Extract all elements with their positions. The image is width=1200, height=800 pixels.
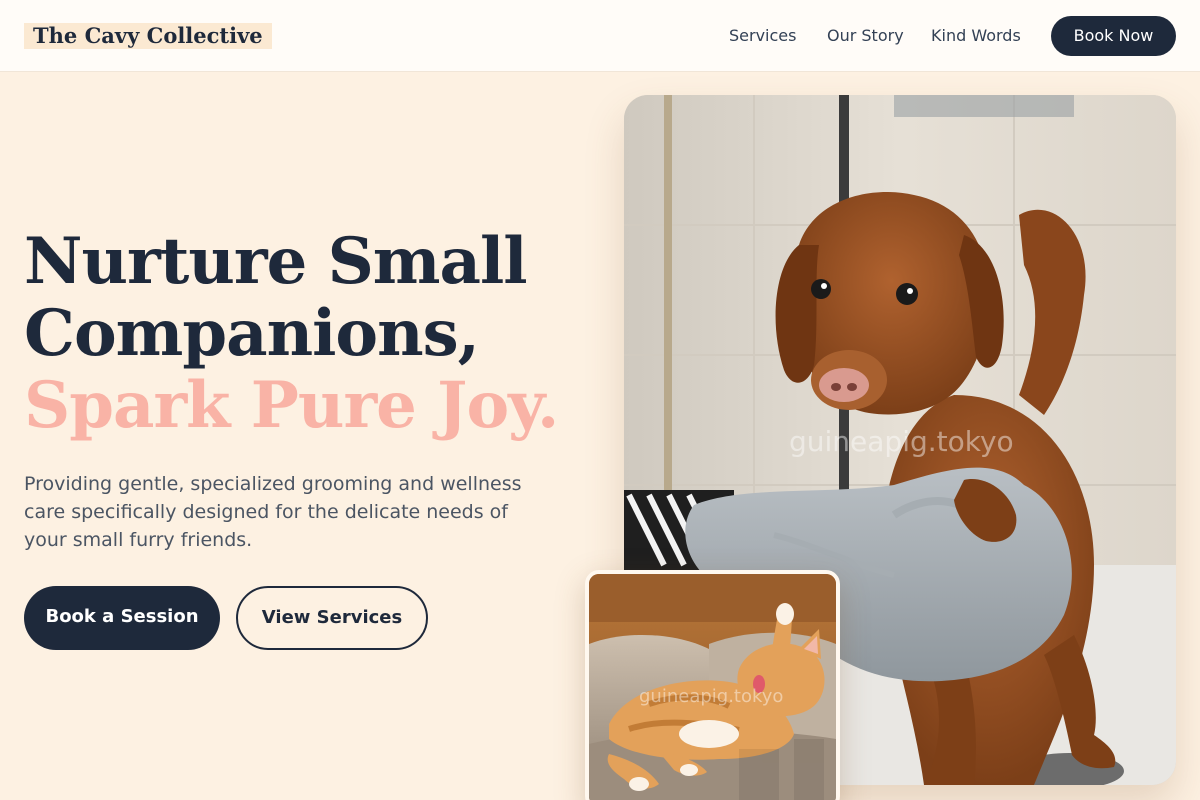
- hero-title-accent: Spark Pure Joy.: [24, 368, 559, 443]
- book-session-button[interactable]: Book a Session: [24, 586, 220, 650]
- site-logo[interactable]: The Cavy Collective: [24, 23, 272, 49]
- site-header: The Cavy Collective Services Our Story K…: [0, 0, 1200, 72]
- view-services-button[interactable]: View Services: [236, 586, 428, 650]
- hero-title: Nurture Small Companions, Spark Pure Joy…: [24, 226, 604, 442]
- cat-illustration: [589, 574, 836, 800]
- book-now-button[interactable]: Book Now: [1051, 16, 1176, 56]
- hero-description: Providing gentle, specialized grooming a…: [24, 473, 522, 551]
- hero-title-line-2: Companions,: [24, 296, 480, 371]
- hero-title-line-1: Nurture Small: [24, 224, 528, 299]
- nav-link-services[interactable]: Services: [729, 25, 796, 47]
- nav-link-kind-words[interactable]: Kind Words: [931, 25, 1021, 47]
- nav-link-our-story[interactable]: Our Story: [827, 25, 904, 47]
- hero-photo-cat: guineapig.tokyo: [585, 570, 840, 800]
